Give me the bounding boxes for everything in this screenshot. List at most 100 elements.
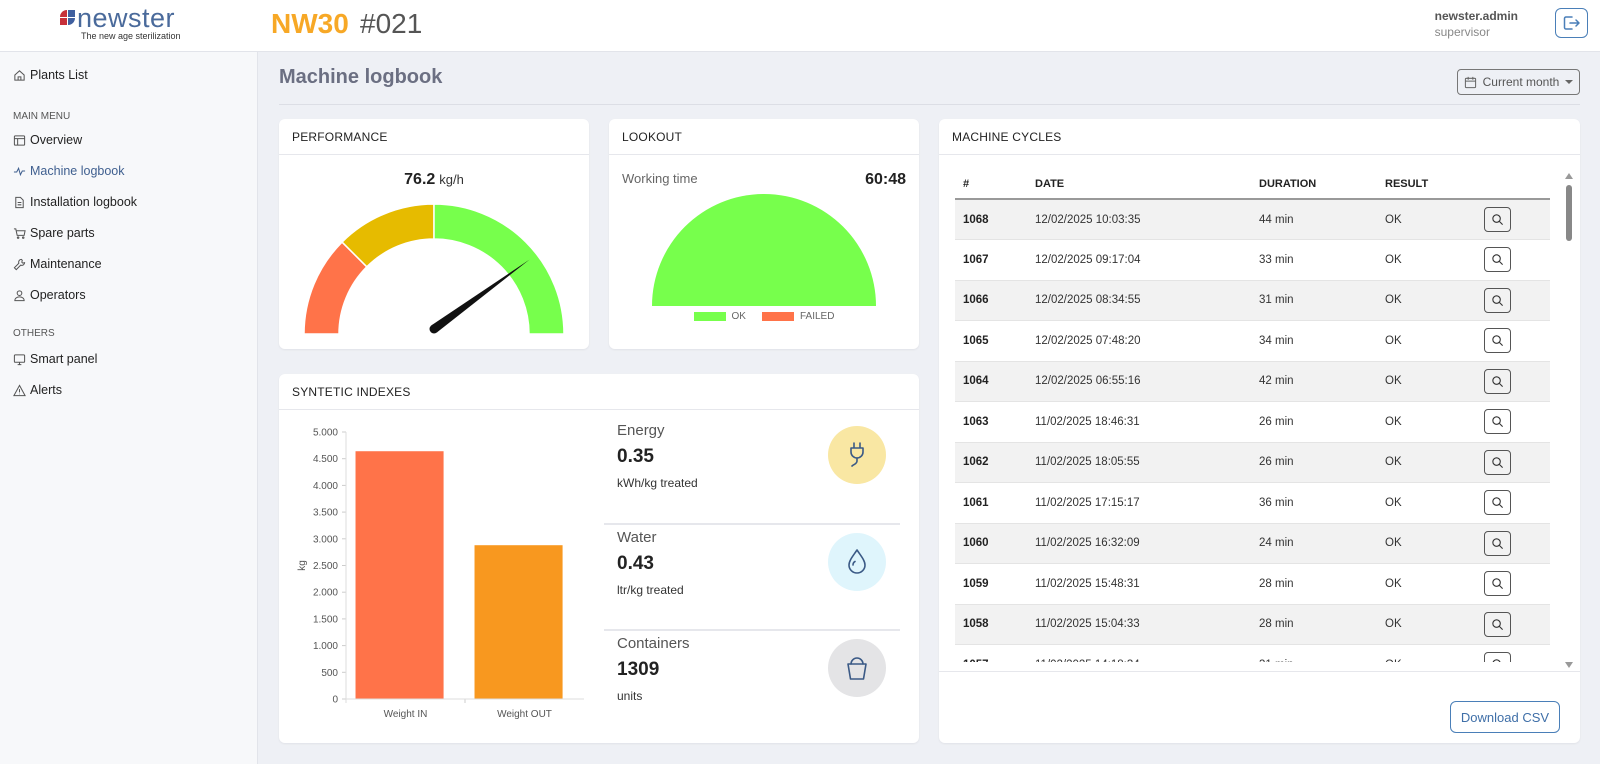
logout-button[interactable] <box>1555 8 1588 38</box>
y-tick-label: 3.000 <box>313 534 338 545</box>
column-header-date[interactable]: DATE <box>1027 169 1251 200</box>
search-icon <box>1492 659 1501 662</box>
cycle-date: 12/02/2025 10:03:35 <box>1027 199 1251 240</box>
search-icon <box>1492 295 1504 306</box>
card-title: SYNTETIC INDEXES <box>279 374 919 410</box>
view-cycle-button[interactable] <box>1484 247 1511 273</box>
cycle-actions <box>1476 280 1550 321</box>
cycle-duration: 42 min <box>1251 361 1377 402</box>
sidebar-item-machine-logbook[interactable]: Machine logbook <box>13 164 125 178</box>
sidebar-item-installation-logbook[interactable]: Installation logbook <box>13 195 137 209</box>
machine-cycles-card: MACHINE CYCLES # DATE DURATION RESULT 10… <box>939 119 1580 743</box>
y-tick-label: 0 <box>332 695 338 706</box>
view-cycle-button[interactable] <box>1484 207 1511 232</box>
table-row: 1058 11/02/2025 15:04:33 28 min OK <box>955 604 1550 645</box>
scroll-down-arrow-icon[interactable] <box>1565 662 1573 668</box>
table-scrollbar[interactable] <box>1565 173 1573 668</box>
scroll-up-arrow-icon[interactable] <box>1565 173 1573 179</box>
y-tick-label: 5.000 <box>313 428 338 439</box>
view-cycle-button[interactable] <box>1484 287 1511 313</box>
sidebar-item-alerts[interactable]: Alerts <box>13 383 62 397</box>
caret-down-icon <box>1565 80 1574 84</box>
search-icon <box>1492 457 1504 468</box>
download-csv-button[interactable]: Download CSV <box>1450 701 1560 733</box>
logout-icon <box>1563 16 1580 30</box>
view-cycle-button[interactable] <box>1484 652 1511 662</box>
y-tick-label: 1.500 <box>313 614 338 625</box>
cycle-actions <box>1476 604 1550 645</box>
cycles-table-scroll[interactable]: # DATE DURATION RESULT 1068 12/02/2025 1… <box>955 169 1550 662</box>
cycle-duration: 33 min <box>1251 239 1377 281</box>
search-icon <box>1492 254 1504 266</box>
search-icon <box>1492 214 1504 226</box>
cycle-duration: 28 min <box>1251 604 1377 645</box>
view-cycle-button[interactable] <box>1484 368 1511 394</box>
cycle-duration: 26 min <box>1251 442 1377 483</box>
cycle-date: 11/02/2025 14:18:34 <box>1027 644 1251 662</box>
legend-swatch-failed <box>761 312 794 321</box>
cycle-result: OK <box>1377 361 1476 402</box>
cycle-result: OK <box>1377 644 1476 662</box>
period-selector[interactable]: Current month <box>1457 69 1580 95</box>
y-tick-label: 4.000 <box>313 481 338 492</box>
sidebar-item-maintenance[interactable]: Maintenance <box>13 257 102 271</box>
logo-mark-icon <box>60 10 75 25</box>
sidebar-item-spare-parts[interactable]: Spare parts <box>13 226 95 240</box>
cycle-result: OK <box>1377 604 1476 645</box>
view-cycle-button[interactable] <box>1484 449 1511 475</box>
column-header-id[interactable]: # <box>955 169 1027 200</box>
sidebar-item-label: Machine logbook <box>30 164 125 178</box>
view-cycle-button[interactable] <box>1484 571 1511 597</box>
sidebar-item-overview[interactable]: Overview <box>13 133 82 147</box>
user-name: newster.admin <box>1434 9 1518 23</box>
sidebar-item-operators[interactable]: Operators <box>13 288 86 302</box>
column-header-duration[interactable]: DURATION <box>1251 169 1377 200</box>
y-tick-label: 2.000 <box>313 588 338 599</box>
scroll-thumb[interactable] <box>1566 185 1572 241</box>
water-drop-icon <box>848 549 866 574</box>
cycle-actions <box>1476 361 1550 402</box>
gauge-needle-hub <box>429 324 439 334</box>
plug-icon <box>850 442 864 467</box>
bar-weight-in <box>355 451 444 699</box>
table-row: 1059 11/02/2025 15:48:31 28 min OK <box>955 563 1550 605</box>
sidebar-item-label: Overview <box>30 133 83 147</box>
energy-badge <box>828 426 886 484</box>
index-unit: ltr/kg treated <box>617 583 684 597</box>
legend-label-failed: FAILED <box>799 311 835 322</box>
user-role: supervisor <box>1434 25 1490 39</box>
view-cycle-button[interactable] <box>1484 611 1511 637</box>
view-cycle-button[interactable] <box>1484 530 1511 556</box>
table-row: 1065 12/02/2025 07:48:20 34 min OK <box>955 320 1550 362</box>
bar-weight-out <box>474 545 563 699</box>
title-divider <box>279 104 1580 105</box>
index-containers: Containers 1309 units <box>604 623 894 728</box>
view-cycle-button[interactable] <box>1484 328 1511 354</box>
y-tick-label: 500 <box>321 668 338 679</box>
user-info: newster.admin supervisor <box>1435 9 1518 39</box>
view-cycle-button[interactable] <box>1484 490 1511 516</box>
cycle-actions <box>1476 442 1550 483</box>
brand-logo[interactable]: newster The new age sterilization <box>60 3 200 46</box>
cart-icon <box>13 227 26 239</box>
view-cycle-button[interactable] <box>1484 409 1511 435</box>
cycle-result: OK <box>1377 280 1476 321</box>
sidebar-item-label: Smart panel <box>30 352 98 366</box>
index-name: Water <box>617 529 657 546</box>
containers-badge <box>828 639 886 697</box>
sidebar-item-smart-panel[interactable]: Smart panel <box>13 352 97 366</box>
cycle-date: 11/02/2025 16:32:09 <box>1027 523 1251 564</box>
table-row: 1057 11/02/2025 14:18:34 31 min OK <box>955 644 1550 662</box>
cycle-date: 12/02/2025 08:34:55 <box>1027 280 1251 321</box>
sidebar-item-plants-list[interactable]: Plants List <box>13 68 88 82</box>
cycle-duration: 34 min <box>1251 320 1377 362</box>
column-header-result[interactable]: RESULT <box>1377 169 1476 200</box>
index-value: 1309 <box>617 659 660 680</box>
sidebar-item-label: Installation logbook <box>30 195 138 209</box>
cycle-result: OK <box>1377 442 1476 483</box>
table-row: 1066 12/02/2025 08:34:55 31 min OK <box>955 280 1550 321</box>
home-icon <box>14 69 25 81</box>
cycle-actions <box>1476 563 1550 605</box>
layout-icon <box>13 134 26 146</box>
cycle-actions <box>1476 523 1550 564</box>
